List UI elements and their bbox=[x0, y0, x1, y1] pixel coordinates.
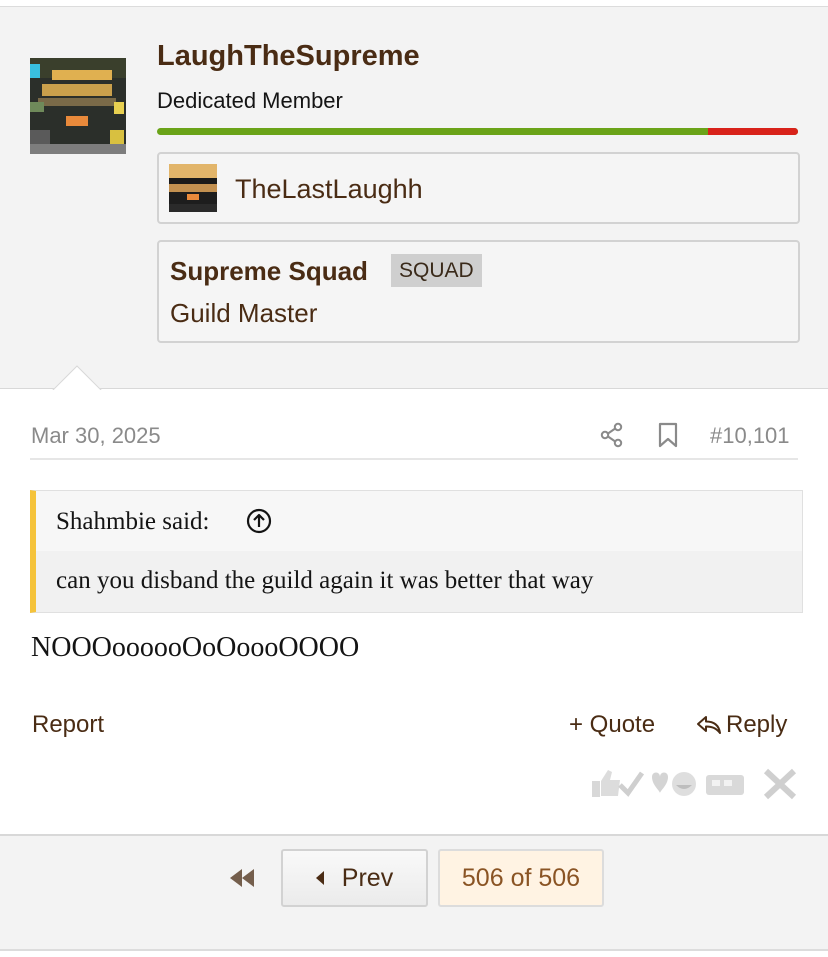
bottom-divider bbox=[0, 949, 828, 951]
prev-arrow-icon bbox=[315, 871, 324, 885]
minecraft-account-box[interactable]: TheLastLaughh bbox=[157, 152, 800, 224]
username[interactable]: LaughTheSupreme bbox=[157, 40, 420, 73]
minecraft-username: TheLastLaughh bbox=[235, 174, 423, 204]
quote-button[interactable]: + Quote bbox=[569, 711, 655, 739]
prev-page-button[interactable]: Prev bbox=[281, 849, 428, 907]
panel-pointer-arrow bbox=[47, 360, 107, 390]
reply-icon bbox=[697, 716, 721, 734]
quote-block: Shahmbie said: can you disband the guild… bbox=[30, 490, 803, 613]
creative-icon[interactable] bbox=[706, 775, 744, 795]
love-icon[interactable] bbox=[652, 772, 668, 794]
share-icon[interactable] bbox=[599, 422, 625, 448]
reply-button[interactable]: Reply bbox=[696, 711, 787, 739]
funny-icon[interactable] bbox=[672, 772, 696, 796]
jump-to-quote-icon[interactable] bbox=[246, 508, 272, 534]
post-meta-divider bbox=[30, 458, 798, 460]
bookmark-icon[interactable] bbox=[656, 422, 680, 448]
first-page-icon[interactable] bbox=[226, 862, 262, 894]
reaction-bar bbox=[592, 768, 797, 800]
user-title: Dedicated Member bbox=[157, 88, 343, 113]
disagree-icon[interactable] bbox=[763, 768, 797, 800]
post-number-link[interactable]: #10,101 bbox=[710, 423, 790, 449]
avatar[interactable] bbox=[30, 58, 126, 154]
quote-text: can you disband the guild again it was b… bbox=[56, 567, 594, 594]
post-date[interactable]: Mar 30, 2025 bbox=[31, 423, 161, 449]
quote-body: can you disband the guild again it was b… bbox=[36, 551, 802, 612]
like-icon[interactable] bbox=[592, 770, 620, 797]
user-panel-divider bbox=[0, 388, 828, 389]
quote-author[interactable]: Shahmbie said: bbox=[56, 508, 209, 536]
post-body-text: NOOOoooooOoOoooOOOO bbox=[31, 632, 360, 663]
guild-box[interactable]: Supreme Squad SQUAD Guild Master bbox=[157, 240, 800, 343]
reply-label: Reply bbox=[726, 711, 788, 738]
guild-name: Supreme Squad bbox=[170, 256, 368, 286]
report-link[interactable]: Report bbox=[32, 711, 104, 739]
page-indicator[interactable]: 506 of 506 bbox=[438, 849, 604, 907]
quote-header: Shahmbie said: bbox=[36, 491, 802, 551]
reputation-bar bbox=[157, 128, 798, 135]
minecraft-head-icon bbox=[169, 164, 217, 212]
guild-rank: Guild Master bbox=[170, 298, 318, 328]
guild-tag-badge: SQUAD bbox=[391, 254, 482, 287]
reputation-negative bbox=[708, 128, 798, 135]
prev-label: Prev bbox=[341, 863, 394, 892]
agree-icon[interactable] bbox=[618, 771, 645, 797]
